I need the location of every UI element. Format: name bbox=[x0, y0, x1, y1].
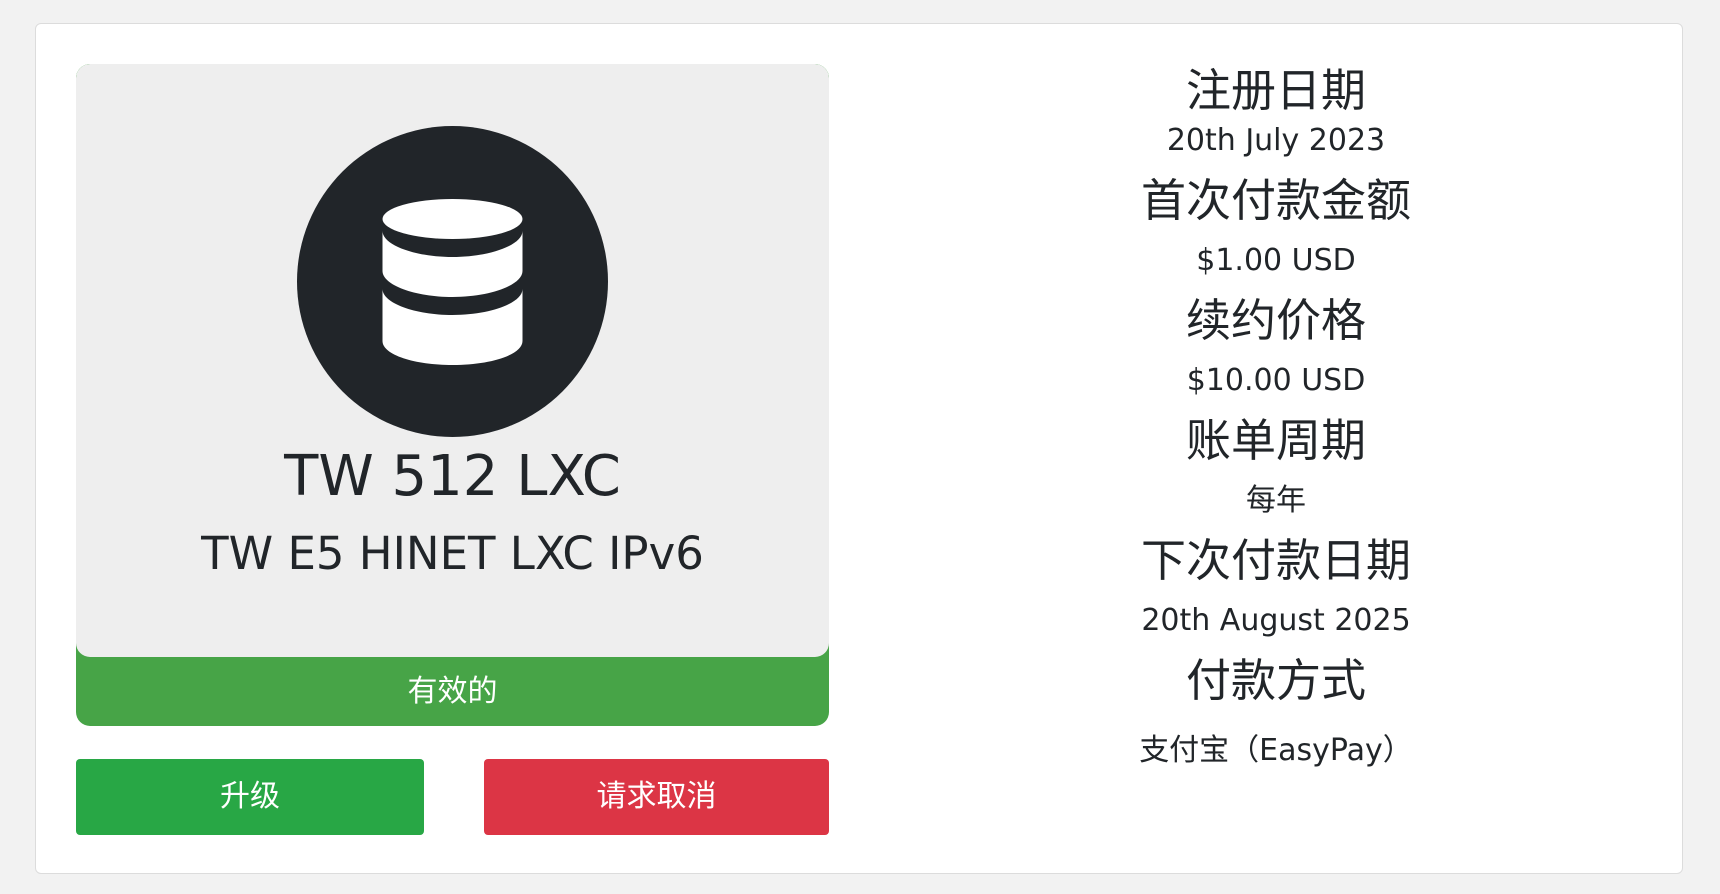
product-panel: TW 512 LXC TW E5 HINET LXC IPv6 有效的 bbox=[76, 64, 829, 726]
product-name: TW 512 LXC bbox=[284, 444, 621, 509]
first-payment-title: 首次付款金额 bbox=[1140, 174, 1411, 227]
product-group: TW E5 HINET LXC IPv6 bbox=[201, 527, 704, 580]
renewal-price-title: 续约价格 bbox=[1185, 294, 1366, 347]
registration-date-value: 20th July 2023 bbox=[1166, 123, 1386, 158]
database-icon bbox=[382, 199, 523, 365]
product-info: TW 512 LXC TW E5 HINET LXC IPv6 bbox=[76, 64, 829, 657]
status-badge: 有效的 bbox=[407, 674, 498, 709]
renewal-price-value: $10.00 USD bbox=[1186, 363, 1366, 398]
billing-cycle-value: 每年 bbox=[1246, 483, 1306, 518]
payment-method-value: 支付宝（EasyPay） bbox=[1139, 733, 1413, 768]
product-icon-circle bbox=[297, 126, 608, 437]
first-payment-value: $1.00 USD bbox=[1196, 243, 1356, 278]
next-due-date-title: 下次付款日期 bbox=[1140, 534, 1411, 587]
service-overview-card: TW 512 LXC TW E5 HINET LXC IPv6 有效的 升级 请… bbox=[35, 23, 1683, 874]
service-details: 注册日期 20th July 2023 首次付款金额 $1.00 USD 续约价… bbox=[916, 59, 1636, 779]
upgrade-button[interactable]: 升级 bbox=[76, 759, 424, 835]
billing-cycle-title: 账单周期 bbox=[1185, 414, 1366, 467]
next-due-date-value: 20th August 2025 bbox=[1141, 603, 1411, 638]
request-cancellation-button[interactable]: 请求取消 bbox=[484, 759, 829, 835]
payment-method-title: 付款方式 bbox=[1185, 654, 1366, 707]
